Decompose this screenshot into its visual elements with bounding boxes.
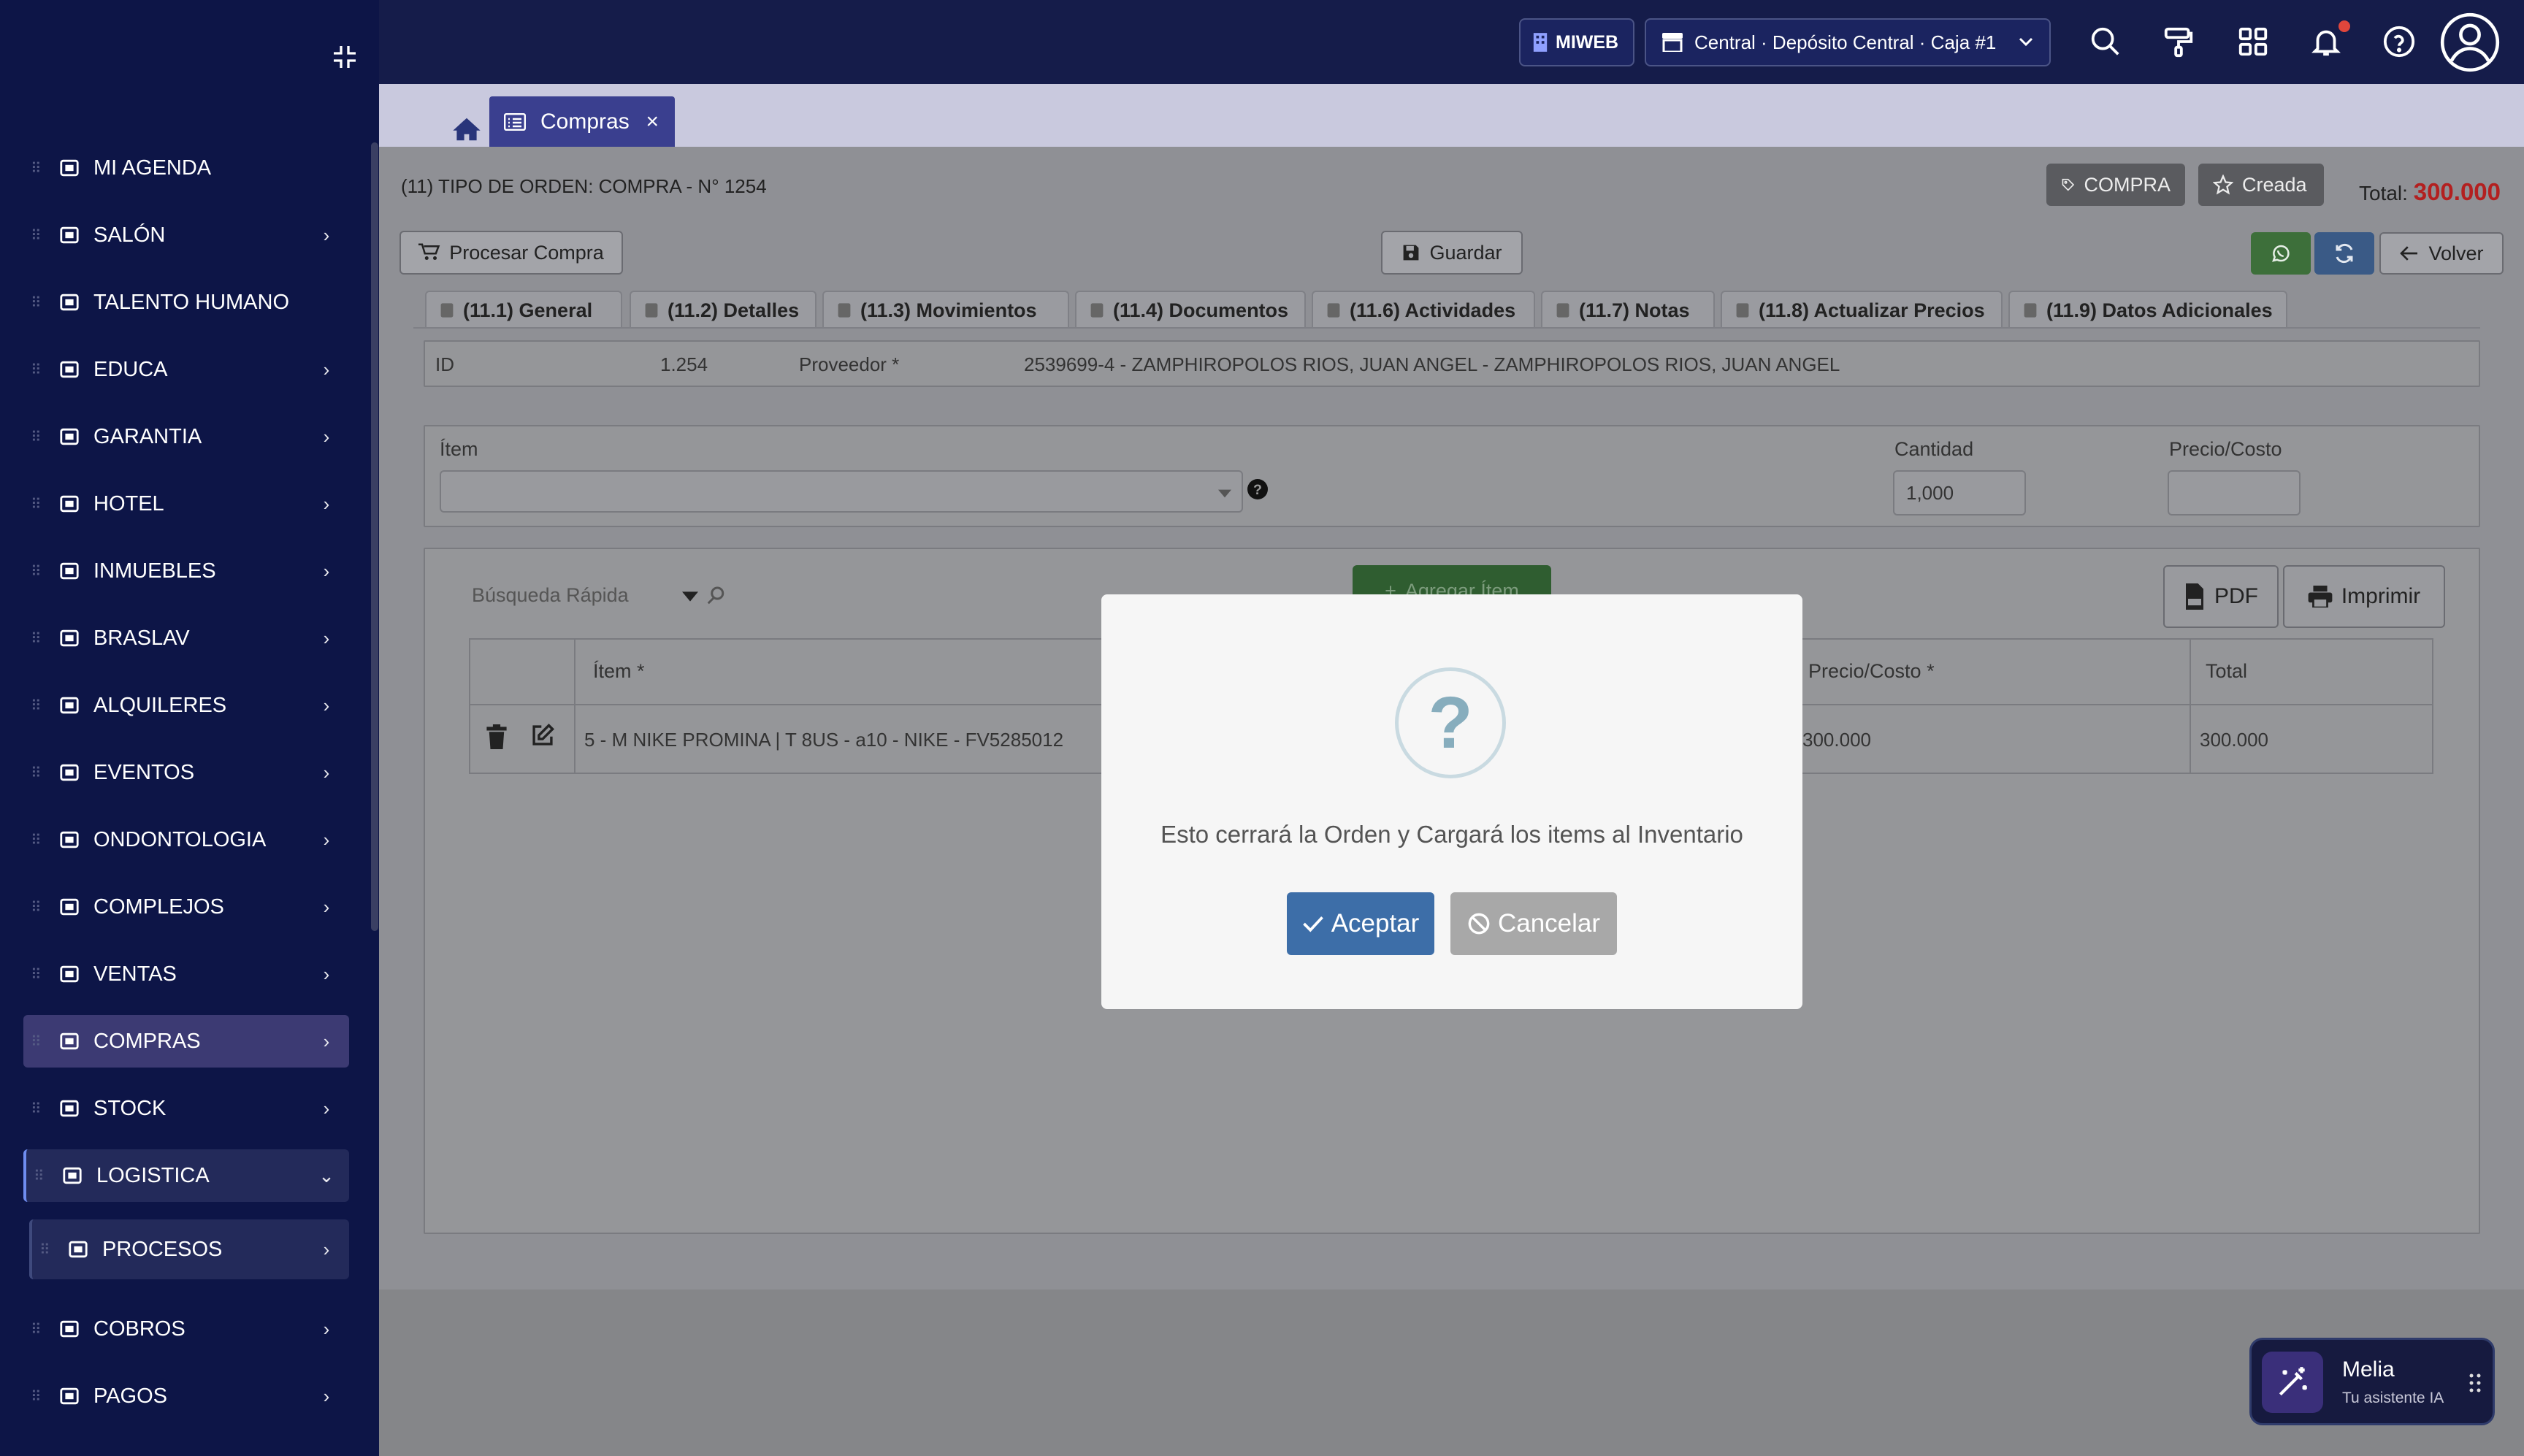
dialog-message: Esto cerrará la Orden y Cargará los item… [1160,821,1743,848]
assistant-name: Melia [2342,1357,2395,1382]
magic-wand-icon [2262,1352,2323,1413]
assistant-subtitle: Tu asistente IA [2342,1390,2444,1406]
drag-handle-icon[interactable] [2468,1372,2482,1394]
ban-icon [1468,913,1490,935]
aceptar-button[interactable]: Aceptar [1287,892,1434,955]
assistant-widget[interactable]: Melia Tu asistente IA [2249,1338,2495,1425]
confirm-dialog: ? Esto cerrará la Orden y Cargará los it… [1101,594,1802,1009]
question-icon: ? [1395,667,1506,778]
cancelar-button[interactable]: Cancelar [1450,892,1617,955]
aceptar-label: Aceptar [1331,909,1420,938]
cancelar-label: Cancelar [1497,909,1601,938]
check-icon [1302,916,1323,932]
